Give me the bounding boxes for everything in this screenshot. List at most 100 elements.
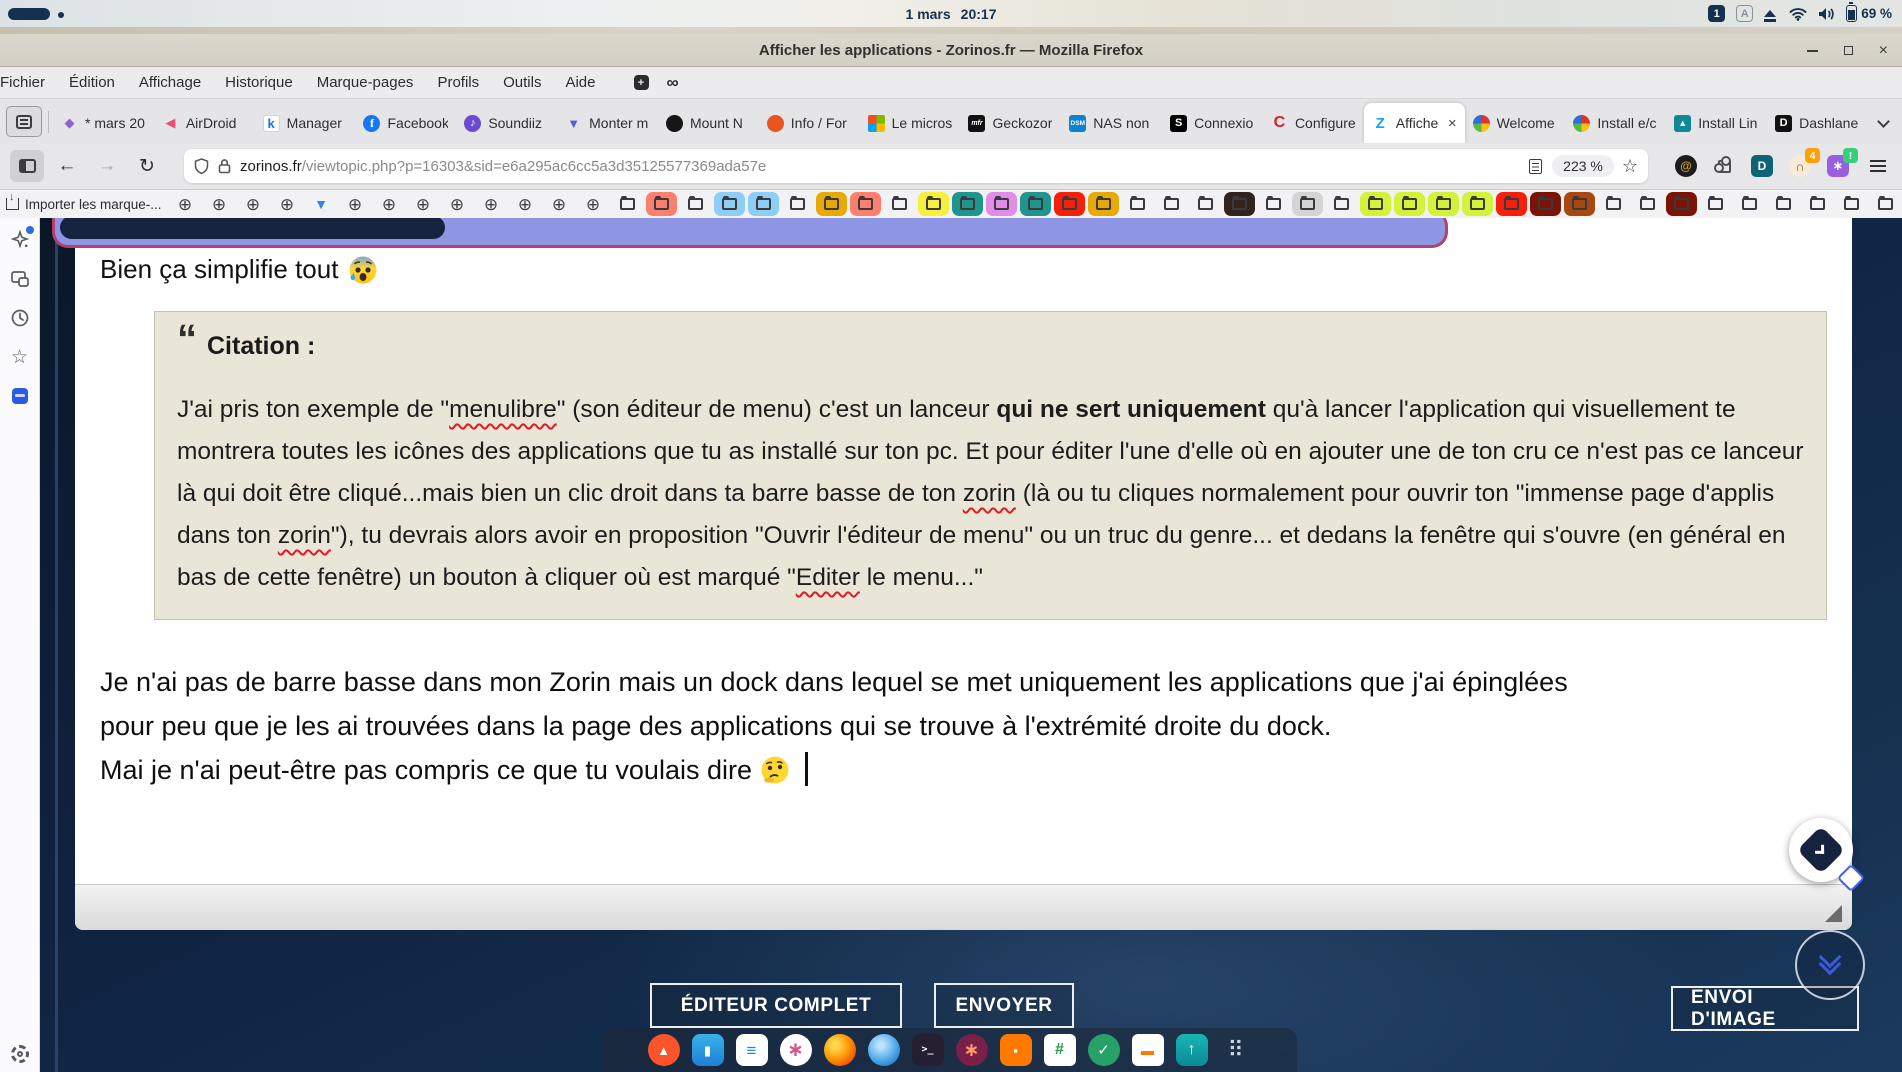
dock-app[interactable]: ▮ — [692, 1034, 724, 1066]
extensions-puzzle-icon[interactable] — [1712, 154, 1736, 178]
browser-tab[interactable]: k Manager — [255, 103, 356, 143]
bookmark-item[interactable]: ⊕ — [442, 192, 473, 216]
browser-tab[interactable]: ▼ Monter m — [557, 103, 658, 143]
dock-app[interactable]: # — [1044, 1034, 1076, 1066]
hamburger-menu-icon[interactable] — [1870, 160, 1886, 172]
dock-app[interactable] — [824, 1034, 856, 1066]
bookmark-item[interactable] — [612, 192, 643, 216]
dashlane-extension-icon[interactable]: D — [1750, 154, 1774, 178]
bookmark-item[interactable] — [1700, 192, 1731, 216]
bookmark-item[interactable] — [1394, 192, 1425, 216]
bookmark-item[interactable]: ⊕ — [578, 192, 609, 216]
browser-tab[interactable]: DSM NAS non — [1061, 103, 1162, 143]
bookmark-item[interactable] — [782, 192, 813, 216]
bookmark-item[interactable] — [1258, 192, 1289, 216]
bookmark-item[interactable]: ⊕ — [374, 192, 405, 216]
zoom-level[interactable]: 223 % — [1552, 155, 1614, 177]
dock-app[interactable]: ▬ — [1132, 1034, 1164, 1066]
extension-dark-icon[interactable]: @ — [1674, 154, 1698, 178]
bookmark-item[interactable] — [816, 192, 847, 216]
bookmark-item[interactable] — [1020, 192, 1051, 216]
bookmark-item[interactable] — [850, 192, 881, 216]
bookmark-item[interactable] — [1734, 192, 1765, 216]
menu-item[interactable]: Fichier — [0, 74, 45, 91]
bookmark-star-icon[interactable]: ☆ — [1622, 156, 1638, 177]
bookmark-item[interactable] — [1122, 192, 1153, 216]
bookmark-item[interactable] — [1156, 192, 1187, 216]
browser-tab[interactable]: Install e/c — [1565, 103, 1666, 143]
bookmark-item[interactable]: ⊕ — [510, 192, 541, 216]
bookmark-item[interactable] — [1462, 192, 1493, 216]
sidebar-settings-gear-icon[interactable] — [11, 1045, 29, 1063]
bookmark-item[interactable]: ⊕ — [340, 192, 371, 216]
bookmark-item[interactable] — [1802, 192, 1833, 216]
dock-app[interactable]: ∗ — [780, 1034, 812, 1066]
bookmark-item[interactable] — [918, 192, 949, 216]
browser-tab[interactable]: ◆ * mars 20 — [53, 103, 154, 143]
reply-text[interactable]: Je n'ai pas de barre basse dans mon Zori… — [100, 660, 1827, 792]
lock-icon[interactable] — [218, 158, 231, 174]
bookmark-item[interactable] — [1564, 192, 1595, 216]
browser-tab[interactable]: ◀ AirDroid — [154, 103, 255, 143]
extension-cube-icon[interactable] — [8, 384, 32, 408]
system-tray[interactable]: 1 A 69 % — [1708, 0, 1892, 27]
activities-pill[interactable] — [8, 8, 50, 20]
menu-item[interactable]: Marque-pages — [317, 74, 414, 91]
dock-app[interactable] — [868, 1034, 900, 1066]
dock-app[interactable]: ∗ — [956, 1034, 988, 1066]
menu-item[interactable]: Outils — [503, 74, 541, 91]
bookmark-item[interactable] — [1870, 192, 1896, 216]
dock-app[interactable]: ✓ — [1088, 1034, 1120, 1066]
clock[interactable]: 1 mars 20:17 — [906, 6, 997, 22]
bookmark-item[interactable] — [1768, 192, 1799, 216]
bookmark-item[interactable] — [884, 192, 915, 216]
bookmark-item[interactable]: ⊕ — [408, 192, 439, 216]
infinity-icon[interactable]: ∞ — [667, 73, 679, 93]
import-bookmarks-button[interactable]: Importer les marque-... — [6, 197, 162, 212]
browser-tab[interactable]: S Connexio — [1162, 103, 1263, 143]
maximize-button[interactable] — [1844, 46, 1853, 55]
post-editor-area[interactable]: Bien ça simplifie tout — [75, 218, 1852, 930]
bookmark-item[interactable] — [1292, 192, 1323, 216]
bookmark-item[interactable] — [1836, 192, 1867, 216]
dock-app[interactable]: ▲ — [648, 1034, 680, 1066]
back-button[interactable]: ← — [50, 150, 84, 182]
bookmark-item[interactable] — [1190, 192, 1221, 216]
browser-tab[interactable]: C Configure — [1263, 103, 1364, 143]
browser-tab[interactable]: Le micros — [860, 103, 961, 143]
tab-overflow-button[interactable] — [1868, 103, 1898, 143]
bookmark-item[interactable] — [1360, 192, 1391, 216]
bookmark-item[interactable]: ⊕ — [238, 192, 269, 216]
history-clock-icon[interactable] — [8, 306, 32, 330]
synced-tabs-icon[interactable] — [8, 267, 32, 291]
url-bar[interactable]: zorinos.fr/viewtopic.php?p=16303&sid=e6a… — [184, 149, 1648, 183]
dock-app[interactable]: ≡ — [736, 1034, 768, 1066]
bookmark-item[interactable] — [952, 192, 983, 216]
dock-app[interactable]: ⠿ — [1220, 1034, 1252, 1066]
scroll-down-widget[interactable] — [1795, 930, 1865, 1000]
bookmark-item[interactable]: ⊕ — [544, 192, 575, 216]
reader-mode-icon[interactable] — [1529, 159, 1542, 174]
bird-extension-icon[interactable]: ∩4 — [1788, 154, 1812, 178]
bookmarks-star-icon[interactable]: ☆ — [8, 345, 32, 369]
reload-button[interactable]: ↻ — [130, 150, 164, 182]
minimize-button[interactable] — [1807, 50, 1818, 52]
dock-app[interactable]: ↑ — [1176, 1034, 1208, 1066]
sidebar-toggle-button[interactable] — [10, 150, 44, 182]
profile-plus-icon[interactable]: + — [634, 75, 649, 90]
bookmark-item[interactable] — [1054, 192, 1085, 216]
tab-list-button[interactable] — [6, 106, 42, 137]
browser-tab[interactable]: mfr Geckozor — [960, 103, 1061, 143]
menu-item[interactable]: Profils — [437, 74, 479, 91]
browser-tab[interactable]: Mount N — [658, 103, 759, 143]
scroll-widget-top[interactable] — [1789, 818, 1853, 882]
bookmark-item[interactable] — [1496, 192, 1527, 216]
ai-chat-icon[interactable] — [8, 228, 32, 252]
purple-extension-icon[interactable]: ∗! — [1826, 154, 1850, 178]
browser-tab[interactable]: ♪ Soundiiz — [456, 103, 557, 143]
full-editor-button[interactable]: ÉDITEUR COMPLET — [650, 983, 902, 1028]
bookmark-item[interactable]: ⊕ — [476, 192, 507, 216]
bookmark-item[interactable] — [1632, 192, 1663, 216]
bookmark-item[interactable] — [714, 192, 745, 216]
bookmark-item[interactable] — [1530, 192, 1561, 216]
